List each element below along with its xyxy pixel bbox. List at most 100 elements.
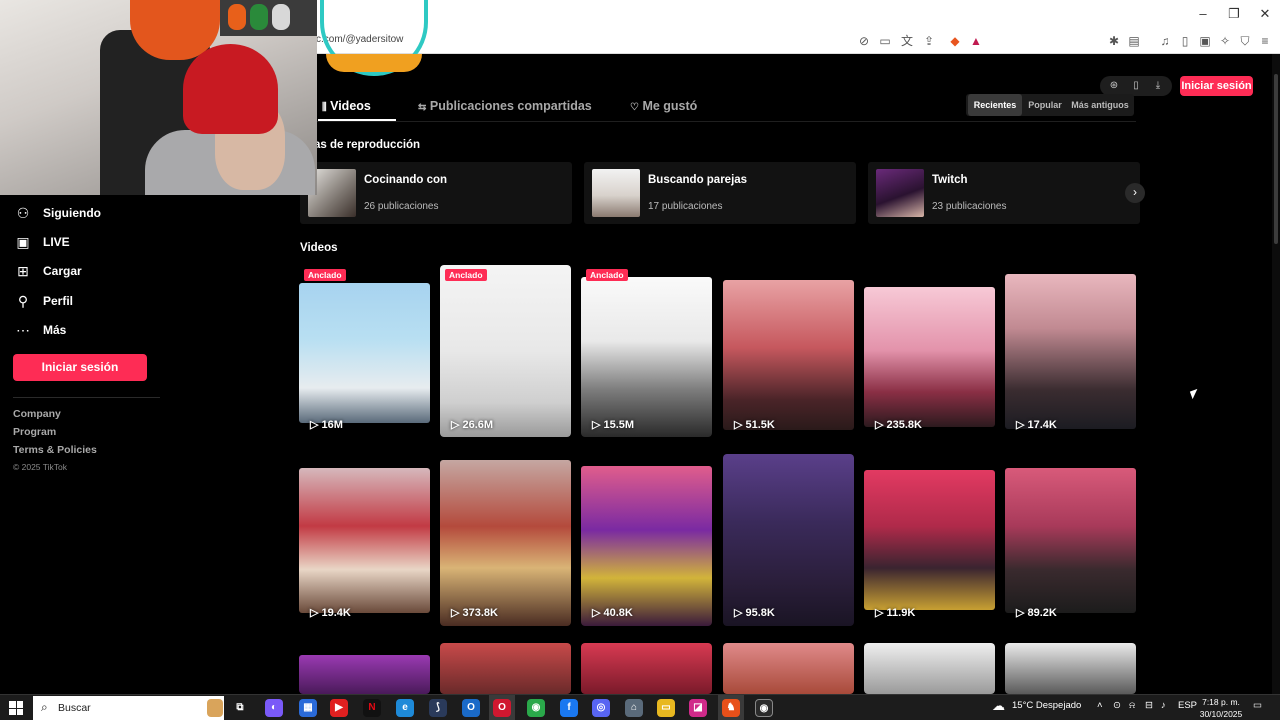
weather-text[interactable]: 15°C Despejado [1012, 700, 1081, 711]
facebook-icon[interactable]: f [560, 699, 578, 717]
video-thumbnail [581, 277, 712, 437]
opera-icon[interactable]: O [493, 699, 511, 717]
leo-icon[interactable]: ✧ [1217, 33, 1233, 49]
sidebar-item-following[interactable]: ⚇ Siguiendo [13, 202, 101, 224]
video-card[interactable]: ▷ 19.4K [299, 454, 430, 626]
close-icon[interactable]: ✕ [1250, 4, 1280, 24]
tab-reposts[interactable]: ⇆ Publicaciones compartidas [418, 99, 592, 113]
youtube-icon[interactable]: ▶ [330, 699, 348, 717]
reading-list-icon[interactable]: ▤ [1126, 33, 1142, 49]
windows-start-icon[interactable] [9, 701, 23, 715]
header-login-button[interactable]: Iniciar sesión [1180, 76, 1253, 96]
no-tracking-icon[interactable]: ⊘ [856, 33, 872, 49]
app-icon[interactable]: ⌂ [625, 699, 643, 717]
download-icon[interactable]: ⤓ [1150, 78, 1166, 94]
language-indicator[interactable]: ESP [1178, 700, 1197, 711]
screenshot-icon[interactable]: ▭ [877, 33, 893, 49]
obs-icon[interactable]: ◉ [755, 699, 773, 717]
task-view-icon[interactable]: ⧉ [231, 699, 249, 717]
media-icon[interactable]: ♫ [1157, 33, 1173, 49]
video-card[interactable]: ▷ 235.8K [864, 265, 995, 437]
tab-videos[interactable]: ⫼ Videos [322, 99, 371, 113]
footer-link-company[interactable]: Company [13, 408, 61, 420]
netflix-icon[interactable]: N [363, 699, 381, 717]
video-card[interactable]: ▷ 40.8K [581, 454, 712, 626]
outlook-icon[interactable]: O [462, 699, 480, 717]
video-card[interactable] [1005, 643, 1136, 694]
sidebar-item-upload[interactable]: ⊞ Cargar [13, 260, 82, 282]
clock[interactable]: 7:18 p. m. 30/10/2025 [1198, 696, 1244, 720]
notifications-icon[interactable]: ▭ [1253, 700, 1262, 711]
video-card[interactable]: Anclado ▷ 26.6M [440, 265, 571, 437]
video-card[interactable]: Anclado ▷ 16M [299, 265, 430, 437]
compass-icon[interactable]: ⊛ [1106, 78, 1122, 94]
sort-popular[interactable]: Popular [1024, 94, 1066, 116]
video-thumbnail [723, 280, 854, 430]
volume-icon[interactable]: ♪ [1161, 700, 1166, 711]
sidebar-item-more[interactable]: ⋯ Más [13, 319, 66, 341]
chevron-up-icon[interactable]: ˄ [1097, 700, 1103, 711]
menu-icon[interactable]: ≡ [1257, 33, 1273, 49]
video-card[interactable]: ▷ 89.2K [1005, 454, 1136, 626]
view-count: ▷ 89.2K [1016, 607, 1057, 619]
footer-link-program[interactable]: Program [13, 426, 56, 438]
sort-recent[interactable]: Recientes [968, 94, 1022, 116]
footer-link-terms[interactable]: Terms & Policies [13, 444, 97, 456]
video-card[interactable]: ▷ 373.8K [440, 454, 571, 626]
playlist-card[interactable]: Twitch 23 publicaciones [868, 162, 1140, 224]
taskbar-search[interactable]: ⌕ Buscar [33, 696, 224, 720]
video-card[interactable] [864, 643, 995, 694]
videos-title: Videos [300, 242, 338, 254]
file-explorer-icon[interactable]: ▭ [657, 699, 675, 717]
sort-oldest[interactable]: Más antiguos [1068, 94, 1132, 116]
share-icon[interactable]: ⇪ [921, 33, 937, 49]
translate-icon[interactable]: 文 [899, 33, 915, 49]
edge-icon[interactable]: e [396, 699, 414, 717]
brave-shield-icon[interactable]: ◆ [947, 33, 963, 49]
app-icon[interactable]: ⟆ [429, 699, 447, 717]
red-beanie [183, 44, 278, 134]
tab-liked[interactable]: ♡ Me gustó [630, 99, 697, 113]
chrome-icon[interactable]: ◉ [527, 699, 545, 717]
video-card[interactable]: ▷ 11.9K [864, 454, 995, 626]
sidebar-item-live[interactable]: ▣ LIVE [13, 231, 69, 253]
sidebar-divider [13, 397, 160, 398]
wallet-icon[interactable]: ▣ [1197, 33, 1213, 49]
mouse-cursor-icon [1189, 388, 1201, 400]
video-card[interactable] [723, 643, 854, 694]
extensions-icon[interactable]: ✱ [1106, 33, 1122, 49]
video-card[interactable] [299, 643, 430, 694]
discord-icon[interactable]: ◎ [592, 699, 610, 717]
network-icon[interactable]: ⊟ [1145, 700, 1153, 711]
playlist-count: 23 publicaciones [932, 201, 1007, 212]
video-thumbnail [440, 460, 571, 626]
playlist-card[interactable]: Cocinando con 26 publicaciones [300, 162, 572, 224]
figure [272, 4, 290, 30]
video-thumbnail [581, 466, 712, 626]
restore-icon[interactable]: ❐ [1219, 4, 1249, 24]
playlists-title: as de reproducción [314, 139, 421, 151]
video-card[interactable]: ▷ 17.4K [1005, 265, 1136, 437]
sidebar-item-profile[interactable]: ⚲ Perfil [13, 290, 73, 312]
video-card[interactable] [581, 643, 712, 694]
scrollbar-thumb[interactable] [1274, 74, 1278, 244]
sidebar-login-button[interactable]: Iniciar sesión [13, 354, 147, 381]
playlist-card[interactable]: Buscando parejas 17 publicaciones [584, 162, 856, 224]
video-card[interactable]: ▷ 51.5K [723, 265, 854, 437]
meet-icon[interactable]: ⊙ [1113, 700, 1121, 711]
video-card[interactable]: ▷ 95.8K [723, 454, 854, 626]
app-icon[interactable]: ◪ [689, 699, 707, 717]
microphone-icon[interactable]: ⍾ [1129, 700, 1135, 711]
sidebar-icon[interactable]: ▯ [1177, 33, 1193, 49]
brave-rewards-icon[interactable]: ▲ [968, 33, 984, 49]
video-thumbnail [440, 265, 571, 437]
chevron-right-icon[interactable]: › [1125, 183, 1145, 203]
brave-icon[interactable]: ♞ [722, 699, 740, 717]
phone-icon[interactable]: ▯ [1128, 78, 1144, 94]
minimize-icon[interactable]: – [1188, 4, 1218, 24]
video-card[interactable]: Anclado ▷ 15.5M [581, 265, 712, 437]
copilot-icon[interactable]: ◐ [265, 699, 283, 717]
video-card[interactable] [440, 643, 571, 694]
vpn-icon[interactable]: ⛉ [1237, 33, 1253, 49]
store-icon[interactable]: ▦ [299, 699, 317, 717]
